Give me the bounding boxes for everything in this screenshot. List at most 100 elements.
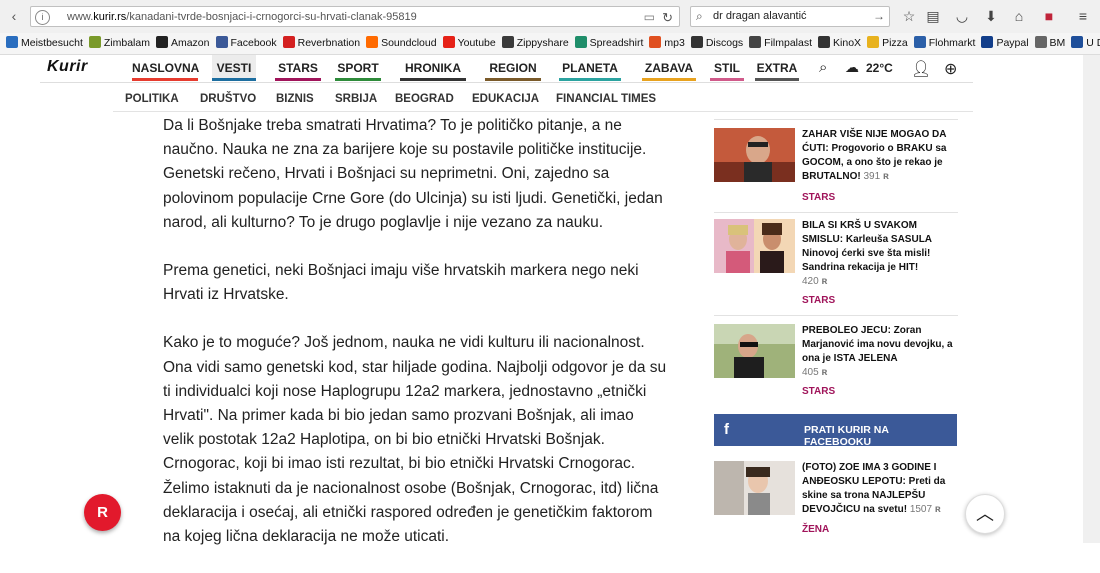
sidebar-article[interactable]: ZAHAR VIŠE NIJE MOGAO DA ĆUTI: Progovori…	[714, 128, 958, 208]
category-label[interactable]: ŽENA	[802, 524, 829, 535]
bookmark-icon	[366, 36, 379, 48]
menu-icon[interactable]: ≡	[1072, 6, 1094, 26]
category-label[interactable]: STARS	[802, 386, 835, 397]
bookmark-item[interactable]: Spreadshirt	[574, 33, 643, 54]
bookmark-item[interactable]: Paypal	[981, 33, 1029, 54]
bookmark-item[interactable]: Discogs	[690, 33, 743, 54]
bookmark-item[interactable]: Filmpalast	[749, 33, 812, 54]
url-prefix: www.	[67, 11, 94, 23]
bookmark-item[interactable]: mp3	[649, 33, 685, 54]
nav-label: EXTRA	[756, 61, 798, 75]
search-icon: ⌕	[696, 9, 703, 23]
sidebar-article-title[interactable]: (FOTO) ZOE IMA 3 GODINE I ANĐEOSKU LEPOT…	[802, 461, 958, 517]
bookmark-label: Paypal	[996, 37, 1029, 49]
bookmark-label: Pizza	[882, 37, 908, 49]
user-icon[interactable]: 👤︎	[911, 59, 931, 79]
bookmark-item[interactable]: KinoX	[818, 33, 861, 54]
subnav-item[interactable]: BEOGRAD	[395, 93, 454, 105]
subnav-item[interactable]: DRUŠTVO	[200, 93, 256, 105]
article-thumbnail[interactable]	[714, 128, 795, 182]
bookmarks-menu-icon[interactable]: ▤	[922, 6, 944, 26]
article-body: Da li Bošnjake treba smatrati Hrvatima? …	[163, 114, 668, 573]
page-scrollbar[interactable]	[1083, 55, 1100, 543]
nav-underline	[400, 78, 466, 81]
article-paragraph: Da li Bošnjake treba smatrati Hrvatima? …	[163, 117, 663, 231]
bookmark-icon	[913, 36, 926, 48]
subnav-item[interactable]: SRBIJA	[335, 93, 377, 105]
add-user-icon[interactable]: ⊕	[944, 59, 957, 79]
search-input[interactable]: ⌕ dr dragan alavantić →	[690, 6, 890, 27]
browser-toolbar: ‹ i www.kurir.rs/kanadani-tvrde-bosnjaci…	[0, 0, 1100, 34]
sidebar-article-title[interactable]: ZAHAR VIŠE NIJE MOGAO DA ĆUTI: Progovori…	[802, 128, 958, 184]
subnav-item[interactable]: FINANCIAL TIMES	[556, 93, 656, 105]
bookmark-label: Zippyshare	[516, 37, 569, 49]
category-label[interactable]: STARS	[802, 295, 835, 306]
fab-label: R	[97, 504, 108, 521]
subnav-divider	[113, 111, 973, 112]
nav-underline	[710, 78, 744, 81]
bookmark-item[interactable]: Soundcloud	[366, 33, 437, 54]
bookmark-item[interactable]: Zippyshare	[501, 33, 569, 54]
bookmark-label: Filmpalast	[764, 37, 813, 49]
addon-icon[interactable]: ■	[1038, 6, 1060, 26]
kurir-floating-button[interactable]: R	[84, 494, 121, 531]
bookmark-label: KinoX	[833, 37, 862, 49]
sidebar-divider	[714, 212, 958, 213]
sidebar-article-title[interactable]: BILA SI KRŠ U SVAKOM SMISLU: Karleuša SA…	[802, 219, 958, 289]
search-go-icon[interactable]: →	[873, 7, 885, 26]
home-icon[interactable]: ⌂	[1008, 6, 1030, 26]
bookmark-item[interactable]: U D	[1071, 33, 1100, 54]
article-thumbnail[interactable]	[714, 324, 795, 378]
nav-underline	[212, 78, 256, 81]
sidebar-article[interactable]: BILA SI KRŠ U SVAKOM SMISLU: Karleuša SA…	[714, 219, 958, 309]
sidebar-article[interactable]: (FOTO) ZOE IMA 3 GODINE I ANĐEOSKU LEPOT…	[714, 461, 958, 541]
sidebar-article[interactable]: PREBOLEO JECU: Zoran Marjanović ima novu…	[714, 324, 958, 404]
reader-view-icon[interactable]: ▭	[644, 10, 655, 24]
sidebar-article-title[interactable]: PREBOLEO JECU: Zoran Marjanović ima novu…	[802, 324, 958, 380]
bookmark-item[interactable]: Amazon	[155, 33, 210, 54]
bookmark-icon	[574, 36, 587, 48]
pocket-icon[interactable]: ◡	[951, 6, 973, 26]
bookmark-item[interactable]: Flohmarkt	[913, 33, 975, 54]
subnav-item[interactable]: BIZNIS	[276, 93, 314, 105]
view-count: 405	[802, 367, 819, 378]
nav-underline	[335, 78, 381, 81]
site-search-icon[interactable]: ⌕	[819, 59, 827, 76]
reload-icon[interactable]: ↻	[662, 7, 673, 26]
bookmark-label: Meistbesucht	[21, 37, 83, 49]
back-icon[interactable]: ‹	[4, 6, 24, 26]
bookmark-label: BM	[1049, 37, 1066, 49]
bookmark-label: Facebook	[230, 37, 277, 49]
article-thumbnail[interactable]	[714, 461, 795, 515]
category-label[interactable]: STARS	[802, 192, 835, 203]
nav-label: STIL	[714, 61, 740, 75]
article-paragraph: Prema genetici, neki Bošnjaci imaju više…	[163, 262, 639, 304]
bookmark-item[interactable]: Meistbesucht	[6, 33, 83, 54]
bookmark-item[interactable]: BM	[1034, 33, 1066, 54]
scroll-to-top-button[interactable]: ︿	[965, 494, 1005, 534]
nav-label: STARS	[278, 61, 318, 75]
view-count: 1507	[909, 504, 933, 515]
article-thumbnail[interactable]	[714, 219, 795, 273]
bookmark-star-icon[interactable]: ☆	[898, 6, 920, 26]
bookmark-label: U D	[1086, 37, 1100, 49]
url-bar[interactable]: i www.kurir.rs/kanadani-tvrde-bosnjaci-i…	[30, 6, 680, 27]
bookmark-item[interactable]: Facebook	[215, 33, 277, 54]
bookmark-item[interactable]: Pizza	[867, 33, 908, 54]
r-icon: ʀ	[821, 276, 828, 287]
r-icon: ʀ	[882, 171, 889, 182]
subnav-item[interactable]: POLITIKA	[125, 93, 179, 105]
subnav-item[interactable]: EDUKACIJA	[472, 93, 539, 105]
temperature: 22°C	[866, 61, 893, 75]
bookmark-label: Soundcloud	[381, 37, 437, 49]
info-icon[interactable]: i	[35, 10, 50, 25]
download-icon[interactable]: ⬇	[980, 6, 1002, 26]
nav-label: PLANETA	[562, 61, 618, 75]
bookmark-item[interactable]: Reverbnation	[282, 33, 360, 54]
facebook-follow-button[interactable]: f PRATI KURIR NA FACEBOOKU	[714, 414, 957, 448]
bookmark-item[interactable]: Zimbalam	[88, 33, 150, 54]
title-text: PREBOLEO JECU: Zoran Marjanović ima novu…	[802, 325, 953, 364]
site-logo[interactable]: Kurir	[47, 58, 88, 76]
bookmark-icon	[818, 36, 831, 48]
bookmark-item[interactable]: Youtube	[442, 33, 496, 54]
